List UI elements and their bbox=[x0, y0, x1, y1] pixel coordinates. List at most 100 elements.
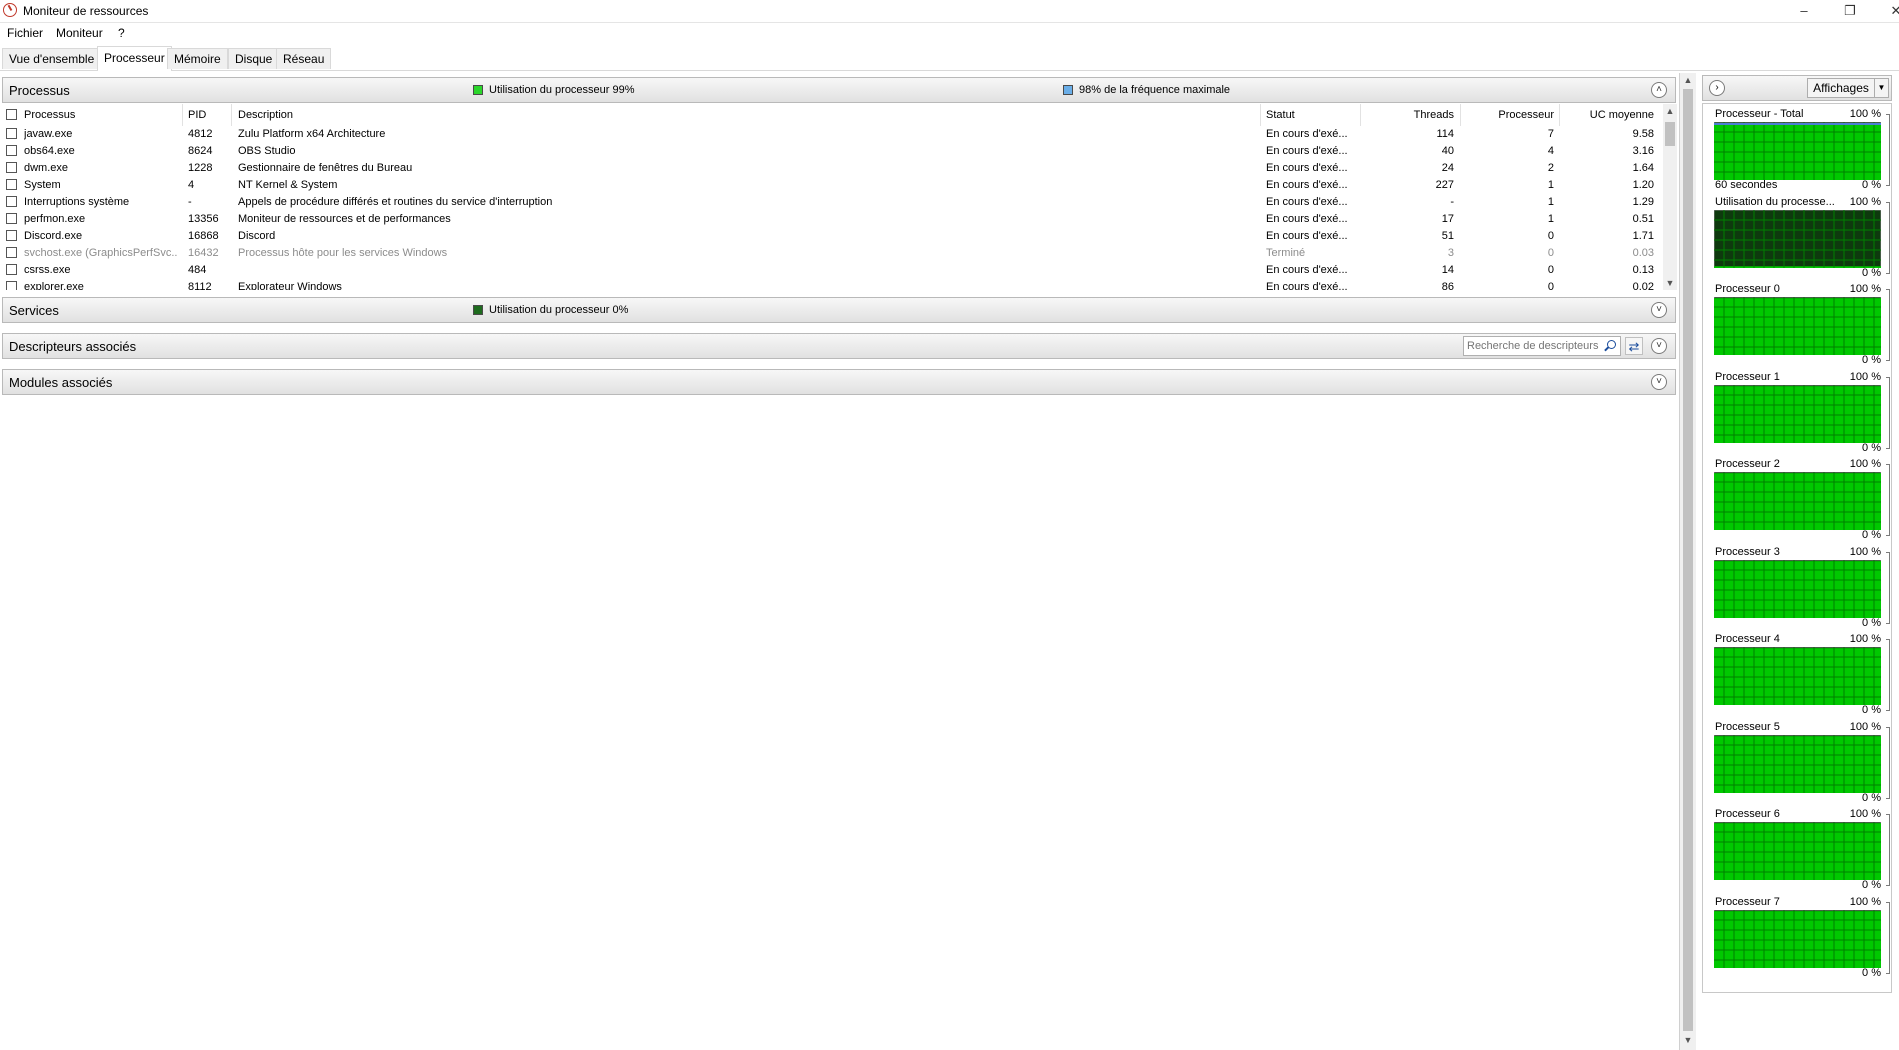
table-row[interactable]: Discord.exe 16868 Discord En cours d'exé...… bbox=[2, 228, 1660, 245]
scroll-up-arrow[interactable]: ▲ bbox=[1663, 104, 1677, 118]
process-description-cell: Zulu Platform x64 Architecture bbox=[238, 128, 386, 140]
select-all-checkbox[interactable] bbox=[6, 109, 17, 120]
cpu-usage-graph bbox=[1714, 559, 1881, 618]
descriptors-section-header[interactable]: Descripteurs associés ⇄ ˅ bbox=[2, 333, 1676, 359]
tab-bar: Vue d'ensemble Processeur Mémoire Disque… bbox=[0, 46, 1899, 71]
processes-scroll-thumb[interactable] bbox=[1665, 122, 1675, 146]
column-header-avg-cpu[interactable]: UC moyenne bbox=[1562, 109, 1654, 121]
table-row[interactable]: obs64.exe 8624 OBS Studio En cours d'exé...… bbox=[2, 143, 1660, 160]
row-checkbox[interactable] bbox=[6, 247, 17, 258]
row-checkbox[interactable] bbox=[6, 196, 17, 207]
graph-title: Processeur 2 bbox=[1715, 458, 1780, 470]
cpu-graph: Processeur 3 100 % 0 % bbox=[1703, 544, 1893, 632]
tab-processor[interactable]: Processeur bbox=[97, 46, 172, 71]
tab-memory[interactable]: Mémoire bbox=[167, 48, 228, 69]
row-checkbox[interactable] bbox=[6, 264, 17, 275]
main-scrollbar[interactable]: ▲ ▼ bbox=[1680, 73, 1696, 1050]
descriptor-search-input[interactable] bbox=[1464, 337, 1608, 355]
column-separator[interactable] bbox=[1460, 104, 1461, 126]
table-row[interactable]: svchost.exe (GraphicsPerfSvc... 16432 Proc… bbox=[2, 245, 1660, 262]
title-bar: Moniteur de ressources – ❐ ✕ bbox=[0, 0, 1899, 23]
graph-title: Processeur 1 bbox=[1715, 370, 1780, 383]
table-row[interactable]: Interruptions système - Appels de procédur… bbox=[2, 194, 1660, 211]
processes-scrollbar[interactable]: ▲ ▼ bbox=[1663, 104, 1677, 290]
services-section-header[interactable]: Services Utilisation du processeur 0% ˅ bbox=[2, 297, 1676, 323]
process-name-cell: perfmon.exe bbox=[24, 213, 86, 225]
column-header-description[interactable]: Description bbox=[238, 109, 293, 121]
graph-max-label: 100 % bbox=[1849, 720, 1881, 733]
process-status-cell: En cours d'exé... bbox=[1266, 196, 1348, 208]
cpu-usage-graph bbox=[1714, 909, 1881, 968]
cpu-usage-graph bbox=[1714, 384, 1881, 443]
process-threads-cell: - bbox=[1450, 196, 1454, 208]
table-row[interactable]: javaw.exe 4812 Zulu Platform x64 Architect… bbox=[2, 126, 1660, 143]
minimize-button[interactable]: – bbox=[1781, 0, 1827, 22]
collapse-processes-button[interactable]: ˄ bbox=[1651, 82, 1667, 98]
menu-bar: Fichier Moniteur ? bbox=[0, 23, 1899, 43]
table-header-row: Processus PID Description Statut Threads… bbox=[2, 104, 1660, 126]
row-checkbox[interactable] bbox=[6, 179, 17, 190]
processes-section-header[interactable]: Processus Utilisation du processeur 99% … bbox=[2, 77, 1676, 103]
cpu-graph: Processeur 6 100 % 0 % bbox=[1703, 806, 1893, 894]
process-pid-cell: 4 bbox=[188, 179, 195, 191]
menu-moniteur[interactable]: Moniteur bbox=[56, 26, 103, 40]
column-separator[interactable] bbox=[231, 104, 232, 126]
table-row[interactable]: dwm.exe 1228 Gestionnaire de fenêtres du B… bbox=[2, 160, 1660, 177]
cpu-graph: Utilisation du processe... 100 % 0 % bbox=[1703, 194, 1893, 282]
process-pid-cell: 4812 bbox=[188, 128, 213, 140]
graph-usage-fill bbox=[1714, 265, 1881, 268]
column-header-process[interactable]: Processus bbox=[24, 109, 75, 121]
expand-descriptors-button[interactable]: ˅ bbox=[1651, 338, 1667, 354]
cpu-usage-graph bbox=[1714, 209, 1881, 268]
table-row[interactable]: perfmon.exe 13356 Moniteur de ressources e… bbox=[2, 211, 1660, 228]
table-row[interactable]: explorer.exe 8112 Explorateur Windows En co… bbox=[2, 279, 1660, 290]
expand-modules-button[interactable]: ˅ bbox=[1651, 374, 1667, 390]
menu-help[interactable]: ? bbox=[118, 26, 125, 40]
tab-overview[interactable]: Vue d'ensemble bbox=[2, 48, 102, 69]
menu-fichier[interactable]: Fichier bbox=[7, 26, 43, 40]
tab-network[interactable]: Réseau bbox=[276, 48, 332, 69]
scroll-down-arrow[interactable]: ▼ bbox=[1663, 276, 1677, 290]
graph-max-label: 100 % bbox=[1849, 108, 1881, 120]
modules-section-header[interactable]: Modules associés ˅ bbox=[2, 369, 1676, 395]
chevron-right-icon[interactable]: › bbox=[1709, 80, 1725, 96]
main-scroll-up-arrow[interactable]: ▲ bbox=[1681, 73, 1695, 87]
column-separator[interactable] bbox=[182, 104, 183, 126]
process-threads-cell: 227 bbox=[1435, 179, 1454, 191]
search-icon[interactable] bbox=[1607, 340, 1616, 349]
main-scroll-thumb[interactable] bbox=[1683, 89, 1693, 1031]
row-checkbox[interactable] bbox=[6, 230, 17, 241]
column-header-pid[interactable]: PID bbox=[188, 109, 206, 121]
row-checkbox[interactable] bbox=[6, 128, 17, 139]
column-header-threads[interactable]: Threads bbox=[1362, 109, 1454, 121]
views-dropdown-arrow[interactable]: ▼ bbox=[1875, 78, 1889, 98]
process-threads-cell: 14 bbox=[1441, 264, 1454, 276]
process-status-cell: En cours d'exé... bbox=[1266, 128, 1348, 140]
expand-services-button[interactable]: ˅ bbox=[1651, 302, 1667, 318]
table-row[interactable]: System 4 NT Kernel & System En cours d'exé.… bbox=[2, 177, 1660, 194]
column-separator[interactable] bbox=[1360, 104, 1361, 126]
close-button[interactable]: ✕ bbox=[1873, 0, 1899, 22]
restore-button[interactable]: ❐ bbox=[1827, 0, 1873, 22]
process-status-cell: En cours d'exé... bbox=[1266, 281, 1348, 290]
row-checkbox[interactable] bbox=[6, 162, 17, 173]
views-button[interactable]: Affichages bbox=[1807, 78, 1875, 98]
process-name-cell: Discord.exe bbox=[24, 230, 83, 242]
graph-max-label: 100 % bbox=[1849, 283, 1881, 295]
descriptor-search-field[interactable] bbox=[1463, 336, 1621, 356]
row-checkbox[interactable] bbox=[6, 145, 17, 156]
row-checkbox[interactable] bbox=[6, 281, 17, 290]
refresh-search-icon[interactable]: ⇄ bbox=[1625, 337, 1643, 355]
tab-disk[interactable]: Disque bbox=[228, 48, 280, 69]
process-name-cell: System bbox=[24, 179, 61, 191]
column-header-cpu[interactable]: Processeur bbox=[1462, 109, 1554, 121]
main-scroll-down-arrow[interactable]: ▼ bbox=[1681, 1033, 1695, 1047]
table-row[interactable]: csrss.exe 484 En cours d'exé... 14 0 0.13 bbox=[2, 262, 1660, 279]
column-header-status[interactable]: Statut bbox=[1266, 109, 1295, 121]
graph-max-label: 100 % bbox=[1849, 370, 1881, 383]
services-cpu-usage-label: Utilisation du processeur 0% bbox=[489, 304, 629, 316]
row-checkbox[interactable] bbox=[6, 213, 17, 224]
column-separator[interactable] bbox=[1260, 104, 1261, 126]
services-section-title: Services bbox=[9, 303, 59, 318]
column-separator[interactable] bbox=[1559, 104, 1560, 126]
